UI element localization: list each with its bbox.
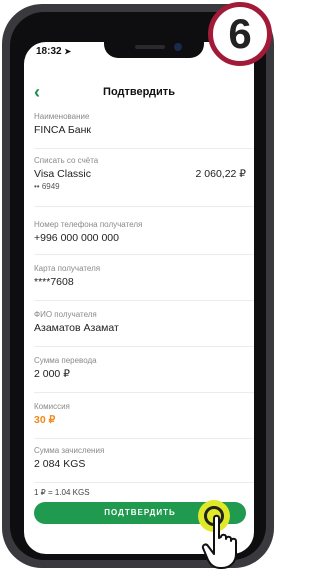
field-label: Номер телефона получателя [34,220,143,229]
divider [34,438,254,439]
status-bar: 18:32 ➤ [36,46,71,57]
field-transfer-sum: Сумма перевода 2 000 ₽ [34,356,246,380]
phone-screen: 18:32 ➤ ‹ Подтвердить Наименование FINCA… [24,42,254,554]
camera [174,43,182,51]
field-card: Карта получателя ****7608 [34,264,246,288]
step-number: 6 [228,10,252,57]
field-value: +996 000 000 000 [34,232,119,244]
notch [104,42,204,58]
card-tail: •• 6949 [34,182,60,191]
field-label: Списать со счёта [34,156,99,165]
field-label: Сумма перевода [34,356,97,365]
field-label: Комиссия [34,402,70,411]
field-value: Азаматов Азамат [34,322,119,334]
field-label: Наименование [34,112,90,121]
page-title: Подтвердить [103,86,175,98]
divider [34,254,254,255]
field-phone: Номер телефона получателя +996 000 000 0… [34,220,246,244]
divider [34,346,254,347]
divider [34,392,254,393]
divider [34,206,254,207]
divider [34,148,254,149]
nav-bar: ‹ Подтвердить [24,82,254,106]
field-credit-sum: Сумма зачисления 2 084 KGS [34,446,246,470]
field-label: Сумма зачисления [34,446,105,455]
field-debit: Списать со счёта Visa Classic 2 060,22 ₽… [34,156,246,191]
field-value: Visa Classic 2 060,22 ₽ [34,168,246,180]
field-value: FINCA Банк [34,124,91,136]
field-name: Наименование FINCA Банк [34,112,246,136]
divider [34,482,254,483]
field-fio: ФИО получателя Азаматов Азамат [34,310,246,334]
field-value: 2 000 ₽ [34,368,70,380]
status-time: 18:32 [36,46,62,57]
step-badge: 6 [208,2,272,66]
exchange-rate: 1 ₽ = 1.04 KGS [34,488,246,497]
field-label: ФИО получателя [34,310,97,319]
field-value: ****7608 [34,276,74,288]
field-value: 30 ₽ [34,414,56,426]
hand-pointer-icon [201,514,237,569]
field-value: 2 084 KGS [34,458,86,470]
field-commission: Комиссия 30 ₽ [34,402,246,426]
speaker [135,45,165,49]
account-name: Visa Classic [34,168,91,180]
account-balance: 2 060,22 ₽ [195,168,246,180]
rate-text: 1 ₽ = 1.04 KGS [34,488,90,497]
divider [34,300,254,301]
location-arrow-icon: ➤ [64,47,72,56]
field-label: Карта получателя [34,264,101,273]
